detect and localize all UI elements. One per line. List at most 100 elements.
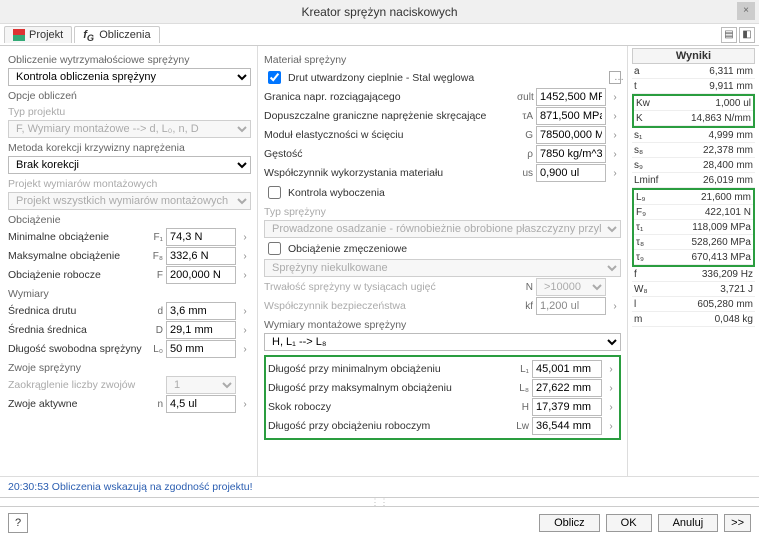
calc-type-select[interactable]: Kontrola obliczenia sprężyny [8,68,251,86]
len-max-label: Długość przy maksymalnym obciążeniu [268,382,510,394]
mount-proj-select: Projekt wszystkich wymiarów montażowych … [8,192,251,210]
min-load-label: Minimalne obciążenie [8,231,144,243]
result-row: m0,048 kg [632,312,755,327]
results-panel: Wyniki a6,311 mmt9,911 mmKw1,000 ulK14,8… [628,46,759,476]
fg-icon: fG [83,29,95,41]
chevron-icon[interactable]: › [239,325,251,336]
tensile-input[interactable] [536,88,606,106]
safety-label: Współczynnik bezpieczeństwa [264,300,514,312]
chevron-icon[interactable]: › [239,251,251,262]
help-button[interactable]: ? [8,513,28,533]
notes-icon[interactable]: ▤ [721,27,737,43]
tensile-label: Granica napr. rozciągającego [264,91,514,103]
shotpeen-select: Sprężyny niekulkowane [264,259,621,277]
density-input[interactable] [536,145,606,163]
round-label: Zaokrąglenie liczby zwojów [8,379,144,391]
material-checkbox[interactable] [268,71,281,84]
result-row: τ₉670,413 MPa [634,250,753,265]
tab-obliczenia[interactable]: fG Obliczenia [74,26,159,43]
chevron-icon[interactable]: › [609,130,621,141]
round-select: 1 [166,376,236,394]
free-l-input[interactable] [166,340,236,358]
len-min-label: Długość przy minimalnym obciążeniu [268,363,510,375]
shear-input[interactable] [536,107,606,125]
result-row: τ₈528,260 MPa [634,235,753,250]
result-row: τ₁118,009 MPa [634,220,753,235]
calc-type-label: Obliczenie wytrzymałościowe sprężyny [8,54,251,66]
mean-d-label: Średnia średnica [8,324,144,336]
spring-type-label: Typ sprężyny [264,206,621,218]
max-load-input[interactable] [166,247,236,265]
modulus-input[interactable] [536,126,606,144]
chevron-icon[interactable]: › [609,149,621,160]
mean-d-input[interactable] [166,321,236,339]
sheet-icon[interactable]: ◧ [739,27,755,43]
chevron-icon[interactable]: › [609,111,621,122]
result-row: a6,311 mm [632,64,755,79]
tab-label: Obliczenia [99,29,150,41]
chevron-icon[interactable]: › [609,92,621,103]
mount-dims-select[interactable]: H, L₁ --> L₈ [264,333,621,351]
free-l-label: Długość swobodna sprężyny [8,343,144,355]
chevron-icon[interactable]: › [609,168,621,179]
active-coils-input[interactable] [166,395,236,413]
buckling-label: Kontrola wyboczenia [288,187,621,199]
mount-proj-label: Projekt wymiarów montażowych [8,178,251,190]
chevron-icon[interactable]: › [239,399,251,410]
stroke-label: Skok roboczy [268,401,510,413]
chevron-icon[interactable]: › [605,421,617,432]
title-bar: Kreator sprężyn naciskowych × [0,0,759,24]
chevron-icon[interactable]: › [605,364,617,375]
corr-label: Metoda korekcji krzywizny naprężenia [8,142,251,154]
chevron-icon[interactable]: › [239,306,251,317]
expand-button[interactable]: >> [724,514,751,532]
modulus-label: Moduł elastyczności w ścięciu [264,129,514,141]
tab-projekt[interactable]: Projekt [4,26,72,43]
left-panel: Obliczenie wytrzymałościowe sprężyny Kon… [0,46,258,476]
life-label: Trwałość sprężyny w tysiącach ugięć [264,281,514,293]
result-row: s₉28,400 mm [632,158,755,173]
stroke-input[interactable] [532,398,602,416]
window-title: Kreator sprężyn naciskowych [301,5,457,19]
buckling-checkbox[interactable] [268,186,281,199]
result-row: f336,209 Hz [632,267,755,282]
chevron-icon[interactable]: › [605,383,617,394]
tab-label: Projekt [29,29,63,41]
fatigue-checkbox[interactable] [268,242,281,255]
cancel-button[interactable]: Anuluj [658,514,719,532]
len-min-input[interactable] [532,360,602,378]
util-input[interactable] [536,164,606,182]
material-browse-button[interactable]: … [609,71,621,84]
result-row: t9,911 mm [632,79,755,94]
footer: ? Oblicz OK Anuluj >> [0,506,759,539]
splitter-handle[interactable]: ⋮⋮ [0,497,759,506]
material-name: Drut utwardzony cieplnie - Stal węglowa [288,72,606,84]
len-work-input[interactable] [532,417,602,435]
coils-label: Zwoje sprężyny [8,362,251,374]
density-label: Gęstość [264,148,514,160]
result-row: s₁4,999 mm [632,128,755,143]
calculate-button[interactable]: Oblicz [539,514,600,532]
chevron-icon[interactable]: › [239,344,251,355]
project-type-select: F, Wymiary montażowe --> d, L₀, n, D [8,120,251,138]
load-label: Obciążenie [8,214,251,226]
work-load-input[interactable] [166,266,236,284]
min-load-input[interactable] [166,228,236,246]
result-row: s₈22,378 mm [632,143,755,158]
project-icon [13,29,25,41]
close-icon[interactable]: × [737,2,755,20]
len-work-label: Długość przy obciążeniu roboczym [268,420,510,432]
len-max-input[interactable] [532,379,602,397]
status-bar: 20:30:53 Obliczenia wskazują na zgodność… [0,476,759,497]
chevron-icon[interactable]: › [239,270,251,281]
ok-button[interactable]: OK [606,514,652,532]
safety-input [536,297,606,315]
result-row: Kw1,000 ul [634,96,753,111]
wire-d-input[interactable] [166,302,236,320]
corr-select[interactable]: Brak korekcji [8,156,251,174]
chevron-icon[interactable]: › [239,232,251,243]
result-row: W₈3,721 J [632,282,755,297]
result-row: l605,280 mm [632,297,755,312]
project-type-label: Typ projektu [8,106,251,118]
chevron-icon[interactable]: › [605,402,617,413]
